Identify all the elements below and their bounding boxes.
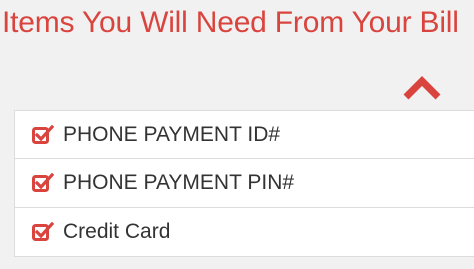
panel-title: Items You Will Need From Your Bill: [2, 6, 459, 39]
item-label: Credit Card: [63, 220, 171, 243]
list-item: Credit Card: [14, 208, 474, 257]
panel-header[interactable]: Items You Will Need From Your Bill: [0, 0, 474, 110]
checked-box-icon: [32, 124, 54, 145]
item-label: PHONE PAYMENT PIN#: [63, 171, 295, 194]
checked-box-icon: [32, 222, 54, 242]
list-item: PHONE PAYMENT PIN#: [14, 159, 474, 208]
list-item: PHONE PAYMENT ID#: [14, 111, 474, 159]
item-label: PHONE PAYMENT ID#: [63, 122, 281, 146]
required-items-list: PHONE PAYMENT ID# PHONE PAYMENT PIN# Cre…: [14, 110, 474, 257]
chevron-up-icon[interactable]: [402, 76, 442, 100]
checked-box-icon: [32, 173, 54, 193]
